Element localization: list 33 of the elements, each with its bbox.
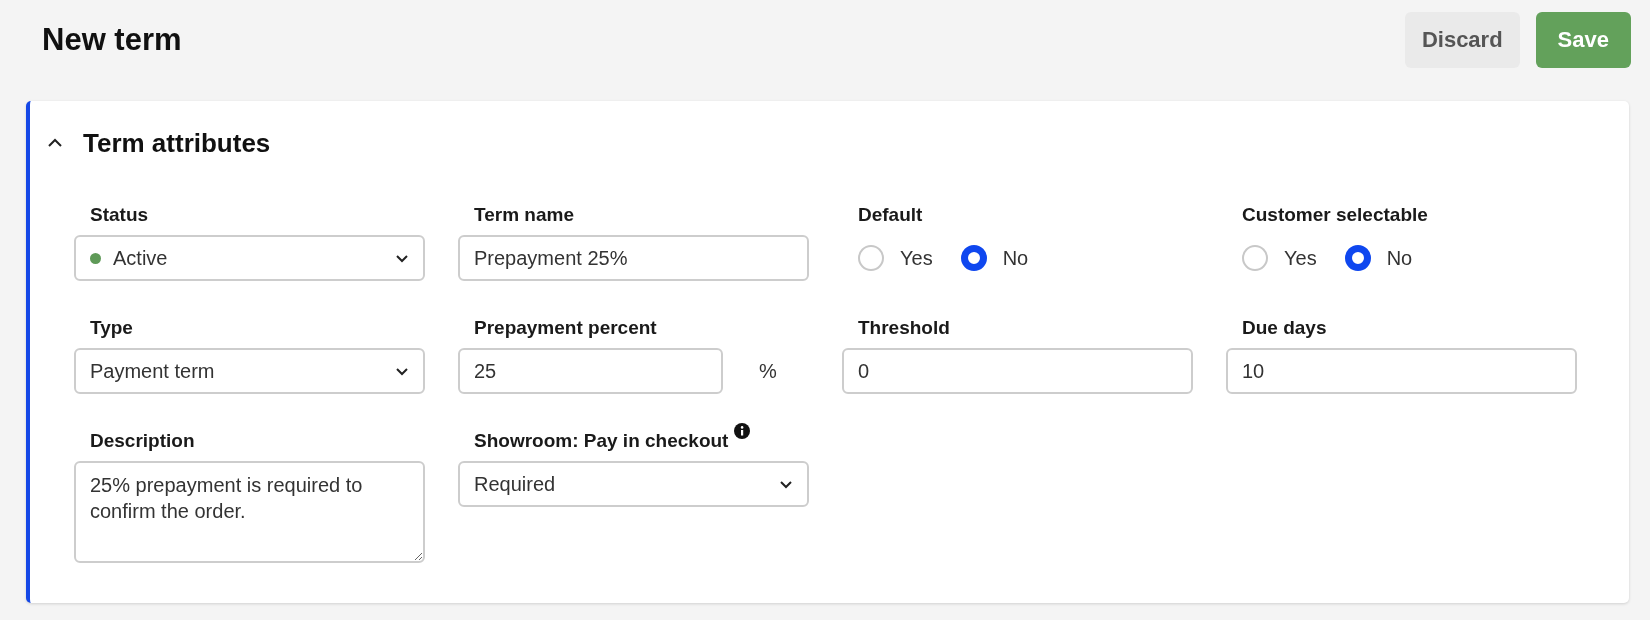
chevron-down-icon: [779, 479, 793, 489]
radio-button[interactable]: [960, 245, 987, 271]
chevron-down-icon: [395, 253, 409, 263]
field-label: Threshold: [858, 316, 950, 340]
text-field[interactable]: Prepayment 25%: [458, 235, 809, 281]
field-label: Customer selectable: [1242, 203, 1428, 227]
section-title: Term attributes: [83, 127, 271, 159]
number-field[interactable]: 25: [458, 348, 723, 394]
field-label: Prepayment percent: [474, 316, 657, 340]
field-label: Term name: [474, 203, 574, 227]
radio-option[interactable]: Yes: [858, 245, 933, 271]
select-field[interactable]: Required: [458, 461, 809, 507]
field-label: Default: [858, 203, 923, 227]
radio-button[interactable]: [1344, 245, 1371, 271]
field-label: Description: [90, 429, 195, 453]
text-field[interactable]: 0: [842, 348, 1193, 394]
description-field[interactable]: 25% prepayment is required to confirm the order.: [74, 461, 425, 563]
radio-option[interactable]: No: [1344, 245, 1413, 271]
radio-option[interactable]: No: [960, 245, 1029, 271]
text-field[interactable]: 10: [1226, 348, 1577, 394]
select-field[interactable]: Active: [74, 235, 425, 281]
unit-label: %: [759, 359, 777, 383]
chevron-icon[interactable]: [47, 138, 63, 148]
chevron-down-icon: [395, 366, 409, 376]
field-label: Status: [90, 203, 149, 227]
discard-button[interactable]: Discard: [1404, 12, 1520, 68]
select-field[interactable]: Payment term: [74, 348, 425, 394]
info-icon[interactable]: [734, 423, 751, 439]
page-title: New term: [42, 22, 182, 58]
field-label: Due days: [1242, 316, 1327, 340]
field-label: Showroom: Pay in checkout: [474, 429, 729, 453]
field-label: Type: [90, 316, 133, 340]
radio-option[interactable]: Yes: [1242, 245, 1317, 271]
